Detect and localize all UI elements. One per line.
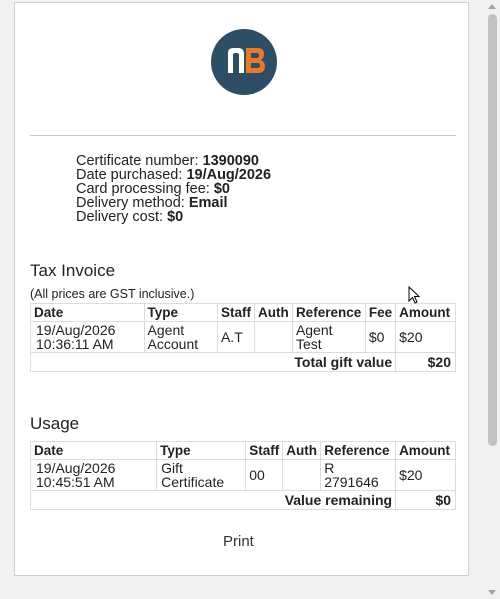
column-header: Auth (253, 303, 293, 322)
column-header: Staff (245, 441, 284, 460)
row-reference: Agent Test (291, 321, 366, 353)
row-date: 19/Aug/2026 10:36:11 AM (30, 321, 145, 353)
row-date: 19/Aug/2026 10:45:51 AM (29, 459, 158, 491)
delivery-cost: $0 (167, 209, 184, 225)
vertical-scrollbar[interactable] (485, 0, 500, 599)
print-button[interactable]: Print (223, 533, 254, 550)
certificate-page: Certificate number: 1390090 Date purchas… (14, 2, 469, 576)
delivery-method: Email (188, 195, 228, 211)
scrollbar-thumb[interactable] (488, 14, 497, 446)
total-row: Total gift value $20 (29, 352, 456, 372)
table-header-row: Date Type Staff Auth Reference Fee Amoun… (30, 303, 456, 322)
table-row: 19/Aug/2026 10:36:11 AM Agent Account A.T … (30, 321, 456, 353)
row-staff: A.T (216, 321, 255, 353)
column-header: Amount (395, 303, 456, 322)
column-header: Amount (395, 441, 456, 460)
mouse-cursor-icon (408, 285, 421, 309)
value-remaining-label: Value remaining (29, 490, 397, 510)
usage-title: Usage (30, 414, 80, 433)
row-type: Gift Certificate (156, 459, 247, 491)
delivery-method-line: Delivery method: Email (76, 195, 228, 211)
row-staff: 00 (245, 459, 284, 491)
total-gift-value: $20 (395, 352, 456, 372)
scroll-up-arrow-icon[interactable] (488, 4, 496, 9)
tax-invoice-table: Date Type Staff Auth Reference Fee Amoun… (29, 303, 456, 372)
column-header: Fee (364, 303, 397, 322)
date-purchased-line: Date purchased: 19/Aug/2026 (76, 167, 272, 183)
certificate-details: Certificate number: 1390090 Date purchas… (76, 153, 272, 225)
column-header: Reference (291, 303, 366, 322)
row-auth (282, 459, 322, 491)
column-header: Auth (282, 441, 322, 460)
row-type: Agent Account (143, 321, 218, 353)
column-header: Type (156, 441, 247, 460)
gst-note: (All prices are GST inclusive.) (30, 287, 195, 301)
row-amount: $20 (395, 459, 456, 491)
column-header: Staff (216, 303, 255, 322)
value-remaining: $0 (395, 490, 456, 510)
row-amount: $20 (395, 321, 456, 353)
table-header-row: Date Type Staff Auth Reference Amount (29, 441, 456, 460)
certificate-number-line: Certificate number: 1390090 (76, 153, 259, 169)
column-header: Type (143, 303, 218, 322)
scroll-down-arrow-icon[interactable] (488, 590, 496, 595)
card-fee-line: Card processing fee: $0 (76, 181, 230, 197)
remaining-row: Value remaining $0 (29, 490, 456, 510)
delivery-cost-line: Delivery cost: $0 (76, 209, 184, 225)
header-divider (30, 135, 456, 136)
company-logo (211, 29, 277, 95)
column-header: Reference (320, 441, 397, 460)
table-row: 19/Aug/2026 10:45:51 AM Gift Certificate 0… (29, 459, 456, 491)
row-fee: $0 (364, 321, 397, 353)
column-header: Date (30, 303, 145, 322)
usage-table: Date Type Staff Auth Reference Amount 19… (29, 441, 456, 510)
tax-invoice-title: Tax Invoice (30, 261, 116, 280)
column-header: Date (29, 441, 158, 460)
row-reference: R 2791646 (320, 459, 397, 491)
row-auth (253, 321, 293, 353)
total-gift-value-label: Total gift value (29, 352, 397, 372)
